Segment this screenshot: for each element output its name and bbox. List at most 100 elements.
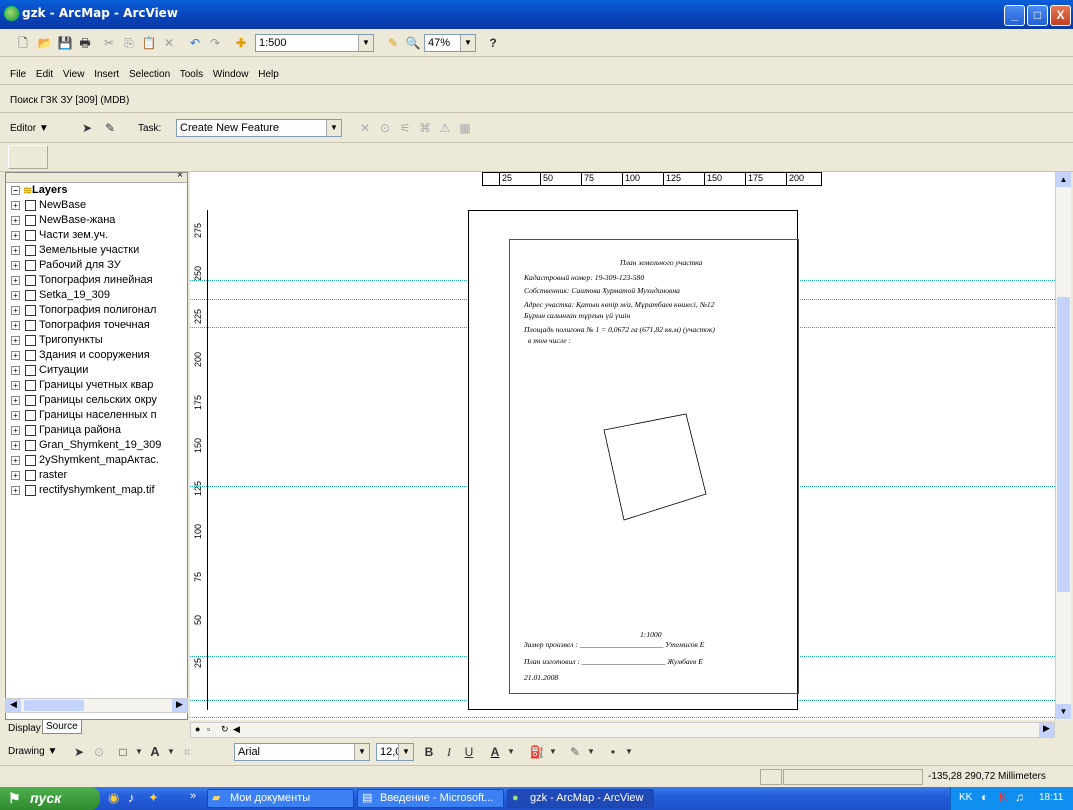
expand-icon[interactable]: + bbox=[11, 231, 20, 240]
layer-visibility-checkbox[interactable] bbox=[25, 410, 36, 421]
quicklaunch-browser-icon[interactable]: ◉ bbox=[108, 790, 119, 806]
expand-icon[interactable]: + bbox=[11, 426, 20, 435]
chevron-down-icon[interactable]: ▼ bbox=[502, 743, 520, 761]
layer-visibility-checkbox[interactable] bbox=[25, 275, 36, 286]
layer-visibility-checkbox[interactable] bbox=[25, 380, 36, 391]
add-data-icon[interactable]: ✚ bbox=[232, 34, 250, 52]
expand-icon[interactable]: + bbox=[11, 261, 20, 270]
editor-menu-button[interactable]: Editor ▼ bbox=[10, 123, 49, 134]
task-my-documents[interactable]: ▰ Мои документы bbox=[207, 789, 354, 808]
whats-this-help-icon[interactable]: ? bbox=[484, 34, 502, 52]
expand-icon[interactable]: + bbox=[11, 486, 20, 495]
open-folder-icon[interactable]: 📂 bbox=[36, 34, 54, 52]
chevron-down-icon[interactable]: ▼ bbox=[544, 743, 562, 761]
tray-network-icon[interactable]: ◐ bbox=[981, 790, 988, 804]
layer-visibility-checkbox[interactable] bbox=[25, 260, 36, 271]
split-tool-icon[interactable]: ✕ bbox=[356, 119, 374, 137]
layer-item[interactable]: + Setka_19_309 bbox=[6, 288, 187, 303]
menu-help[interactable]: Help bbox=[258, 69, 279, 80]
expand-icon[interactable]: + bbox=[11, 441, 20, 450]
expand-icon[interactable]: + bbox=[11, 351, 20, 360]
font-size-combo[interactable]: 12,0 ▼ bbox=[376, 743, 414, 761]
expand-icon[interactable]: + bbox=[11, 246, 20, 255]
menu-file[interactable]: File bbox=[10, 69, 26, 80]
layer-item[interactable]: + Земельные участки bbox=[6, 243, 187, 258]
font-name-combo[interactable]: Arial ▼ bbox=[234, 743, 370, 761]
menu-view[interactable]: View bbox=[63, 69, 85, 80]
layer-item[interactable]: + Топография полигонал bbox=[6, 303, 187, 318]
tab-source[interactable]: Source bbox=[42, 720, 82, 734]
table-icon[interactable]: ▦ bbox=[456, 119, 474, 137]
task-arcmap[interactable]: ● gzk - ArcMap - ArcView bbox=[507, 789, 654, 808]
drawing-menu-button[interactable]: Drawing ▼ bbox=[8, 746, 57, 757]
layer-visibility-checkbox[interactable] bbox=[25, 470, 36, 481]
tray-antivirus-icon[interactable]: K bbox=[999, 790, 1007, 804]
scroll-down-icon[interactable]: ▼ bbox=[1056, 704, 1071, 719]
layer-visibility-checkbox[interactable] bbox=[25, 485, 36, 496]
expand-icon[interactable]: + bbox=[11, 456, 20, 465]
layer-visibility-checkbox[interactable] bbox=[25, 320, 36, 331]
layer-visibility-checkbox[interactable] bbox=[25, 455, 36, 466]
new-document-icon[interactable]: 🗋 bbox=[14, 34, 32, 52]
layer-item[interactable]: +2yShymkent_mapАктас. bbox=[6, 453, 187, 468]
select-elements-icon[interactable]: ➤ bbox=[70, 743, 88, 761]
map-vertical-scrollbar[interactable]: ▲ ▼ bbox=[1055, 172, 1071, 720]
start-button[interactable]: ⚑ пуск bbox=[0, 787, 100, 810]
expand-icon[interactable]: + bbox=[11, 366, 20, 375]
italic-icon[interactable]: I bbox=[440, 743, 458, 761]
layer-item[interactable]: + rectifyshymkent_map.tif bbox=[6, 483, 187, 498]
layer-visibility-checkbox[interactable] bbox=[25, 290, 36, 301]
quicklaunch-more-icon[interactable]: » bbox=[190, 790, 196, 802]
expand-icon[interactable]: + bbox=[11, 306, 20, 315]
task-combo[interactable]: Create New Feature ▼ bbox=[176, 119, 342, 137]
scroll-left-icon[interactable]: ◀ bbox=[6, 699, 21, 712]
expand-icon[interactable]: + bbox=[11, 276, 20, 285]
sketch-properties-icon[interactable]: ⌘ bbox=[416, 119, 434, 137]
edit-vertices-icon[interactable]: ⌗ bbox=[178, 743, 196, 761]
chevron-down-icon[interactable]: ▼ bbox=[620, 743, 638, 761]
layer-item[interactable]: + Границы учетных квар bbox=[6, 378, 187, 393]
menu-selection[interactable]: Selection bbox=[129, 69, 170, 80]
language-indicator[interactable]: KK bbox=[959, 792, 972, 803]
paste-icon[interactable]: 📋 bbox=[140, 34, 158, 52]
menu-window[interactable]: Window bbox=[213, 69, 249, 80]
expand-icon[interactable]: + bbox=[11, 216, 20, 225]
tray-volume-icon[interactable]: ♫ bbox=[1015, 790, 1024, 804]
scroll-thumb[interactable] bbox=[24, 700, 84, 711]
expand-icon[interactable]: + bbox=[11, 396, 20, 405]
quicklaunch-media-icon[interactable]: ♪ bbox=[128, 790, 135, 805]
tab-display[interactable]: Display bbox=[5, 722, 44, 735]
maximize-button[interactable]: □ bbox=[1027, 5, 1048, 26]
layer-visibility-checkbox[interactable] bbox=[25, 230, 36, 241]
sketch-pencil-icon[interactable]: ✎ bbox=[101, 119, 119, 137]
expand-icon[interactable]: + bbox=[11, 201, 20, 210]
collapse-icon[interactable]: − bbox=[11, 186, 20, 195]
undo-icon[interactable]: ↶ bbox=[186, 34, 204, 52]
layer-visibility-checkbox[interactable] bbox=[25, 395, 36, 406]
map-horizontal-scrollbar[interactable]: ● ▫ ↻ ◀ ▶ bbox=[190, 722, 1055, 738]
chevron-down-icon[interactable]: ▼ bbox=[354, 744, 369, 760]
toc-horizontal-scrollbar[interactable]: ◀ ▶ bbox=[5, 698, 188, 713]
edit-pointer-icon[interactable]: ➤ bbox=[78, 119, 96, 137]
layer-item[interactable]: + Граница района bbox=[6, 423, 187, 438]
layer-item[interactable]: + NewBase bbox=[6, 198, 187, 213]
layer-visibility-checkbox[interactable] bbox=[25, 425, 36, 436]
cut-icon[interactable]: ✂ bbox=[100, 34, 118, 52]
rotate-icon[interactable]: ⊙ bbox=[90, 743, 108, 761]
expand-icon[interactable]: + bbox=[11, 381, 20, 390]
chevron-down-icon[interactable]: ▼ bbox=[398, 744, 413, 760]
scroll-right-icon[interactable]: ▶ bbox=[1039, 723, 1054, 737]
bold-icon[interactable]: B bbox=[420, 743, 438, 761]
layer-visibility-checkbox[interactable] bbox=[25, 365, 36, 376]
editor-toolbar-icon[interactable]: ✎ bbox=[384, 34, 402, 52]
zoom-layout-icon[interactable]: 🔍 bbox=[404, 34, 422, 52]
expand-icon[interactable]: + bbox=[11, 291, 20, 300]
layer-visibility-checkbox[interactable] bbox=[25, 245, 36, 256]
layer-item[interactable]: + Здания и сооружения bbox=[6, 348, 187, 363]
minimize-button[interactable]: _ bbox=[1004, 5, 1025, 26]
redo-icon[interactable]: ↷ bbox=[206, 34, 224, 52]
chevron-down-icon[interactable]: ▼ bbox=[326, 120, 341, 136]
expand-icon[interactable]: + bbox=[11, 336, 20, 345]
attributes-icon[interactable]: ⚟ bbox=[396, 119, 414, 137]
layer-item[interactable]: + Границы населенных п bbox=[6, 408, 187, 423]
